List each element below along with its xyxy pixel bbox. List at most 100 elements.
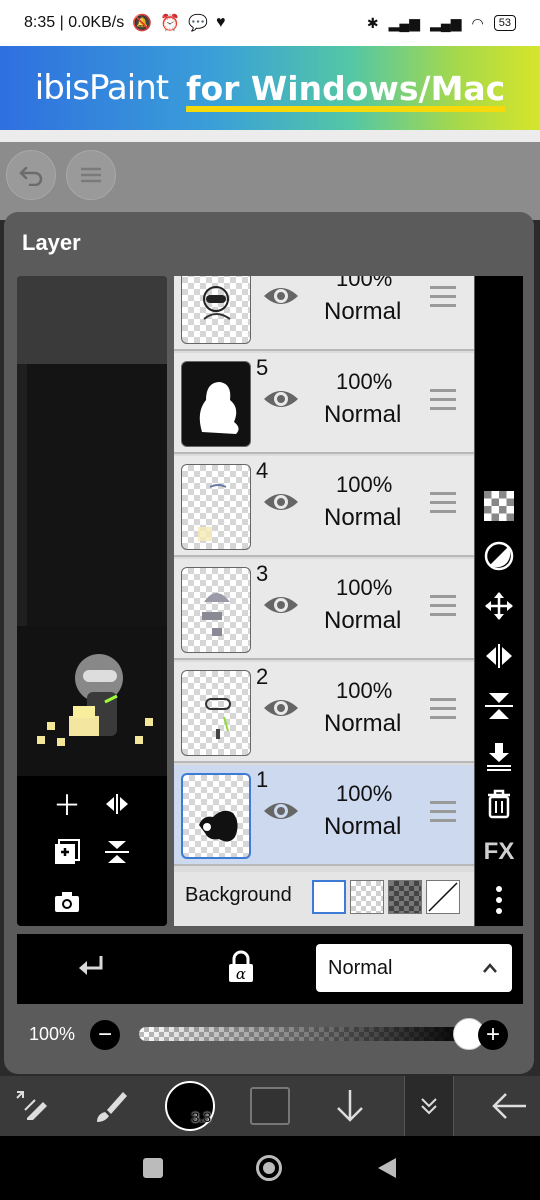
camera-icon[interactable] — [49, 884, 85, 920]
flip-horizontal-layer-icon[interactable] — [481, 638, 517, 674]
layer-opacity: 100% — [336, 678, 393, 703]
opacity-slider[interactable] — [139, 1027, 469, 1041]
status-bar: 8:35 | 0.0KB/s 🔕 ⏰ 💬 ♥ ✱ ▂▄▆ ▂▄▆ ◠ 53 — [0, 0, 540, 46]
flip-vertical-layer-icon[interactable] — [481, 688, 517, 724]
visibility-eye-icon[interactable] — [262, 696, 300, 720]
wifi-icon: ◠ — [471, 14, 484, 31]
layer-blend-mode: Normal — [324, 401, 402, 428]
back-arrow-icon[interactable] — [484, 1076, 534, 1136]
double-chevron-down-icon — [421, 1098, 437, 1115]
layer-thumbnail — [181, 464, 251, 550]
signal-icon-2: ▂▄▆ — [430, 14, 462, 31]
layer-thumbnail — [181, 361, 251, 447]
layer-list[interactable]: 6 100% Normal 5 100% Normal 4 100% Norma… — [174, 276, 474, 926]
layer-number: 5 — [256, 355, 269, 380]
layer-row-5[interactable]: 5 100% Normal — [174, 353, 474, 454]
layer-row-4[interactable]: 4 100% Normal — [174, 456, 474, 557]
undo-icon — [19, 166, 43, 186]
layer-thumbnail — [181, 276, 251, 344]
delete-layer-icon[interactable] — [481, 786, 517, 822]
panel-title: Layer — [22, 230, 81, 255]
blend-mode-value: Normal — [328, 956, 393, 979]
visibility-eye-icon[interactable] — [262, 593, 300, 617]
layer-blend-mode: Normal — [324, 504, 402, 531]
flip-vertical-icon[interactable] — [99, 834, 135, 870]
promo-banner[interactable]: ibisPaint for Windows/Mac — [0, 46, 540, 130]
layer-row-6[interactable]: 6 100% Normal — [174, 276, 474, 351]
chat-icon: 💬 — [188, 15, 208, 32]
signal-icon: ▂▄▆ — [388, 14, 421, 31]
home-icon[interactable] — [256, 1155, 282, 1181]
clipping-icon[interactable] — [481, 538, 517, 574]
heart-icon: ♥ — [215, 14, 226, 31]
bluetooth-icon: ✱ — [366, 14, 379, 31]
merge-down-icon[interactable] — [481, 738, 517, 774]
layer-number: 4 — [256, 458, 269, 483]
background-row: Background — [174, 872, 474, 926]
visibility-eye-icon[interactable] — [262, 490, 300, 514]
system-nav-bar — [0, 1136, 540, 1200]
background-dark-swatch[interactable] — [388, 880, 422, 914]
down-arrow-icon[interactable] — [328, 1076, 372, 1136]
visibility-eye-icon[interactable] — [262, 284, 300, 308]
background-label: Background — [185, 884, 292, 906]
back-icon[interactable] — [376, 1156, 398, 1185]
background-transparent-swatch[interactable] — [350, 880, 384, 914]
artwork-thumbnail — [17, 626, 167, 776]
status-time: 8:35 | 0.0KB/s — [24, 14, 125, 31]
bottom-toolbar: 3.3 — [0, 1076, 540, 1136]
banner-brand: ibisPaint — [34, 68, 169, 108]
layer-number: 1 — [256, 767, 269, 792]
color-swatch-button[interactable] — [248, 1076, 292, 1136]
fx-button[interactable]: FX — [481, 834, 517, 870]
drag-handle-icon[interactable] — [430, 698, 456, 720]
undo-button[interactable] — [6, 150, 56, 200]
opacity-label: 100% — [29, 1024, 76, 1044]
background-white-swatch[interactable] — [312, 880, 346, 914]
menu-button[interactable] — [66, 150, 116, 200]
background-none-swatch[interactable] — [426, 880, 460, 914]
layer-row-1[interactable]: 1 100% Normal — [174, 765, 474, 866]
layer-row-3[interactable]: 3 100% Normal — [174, 559, 474, 660]
layer-blend-mode: Normal — [324, 607, 402, 634]
layer-thumbnail — [181, 670, 251, 756]
layer-opacity: 100% — [336, 575, 393, 600]
layer-row-2[interactable]: 2 100% Normal — [174, 662, 474, 763]
opacity-row: 100% − + — [17, 1010, 523, 1060]
collapse-panel-button[interactable] — [404, 1076, 454, 1136]
recents-icon[interactable] — [143, 1158, 163, 1178]
drag-handle-icon[interactable] — [430, 801, 456, 823]
layer-blend-mode: Normal — [324, 298, 402, 325]
transform-eraser-icon[interactable] — [6, 1076, 56, 1136]
drag-handle-icon[interactable] — [430, 389, 456, 411]
more-options-icon[interactable] — [481, 882, 517, 918]
battery-icon: 53 — [493, 15, 516, 31]
layer-opacity: 100% — [336, 472, 393, 497]
move-icon[interactable] — [481, 588, 517, 624]
layer-blend-mode: Normal — [324, 813, 402, 840]
opacity-decrease-button[interactable]: − — [90, 1020, 120, 1050]
menu-icon — [81, 167, 101, 183]
blend-mode-select[interactable]: Normal — [316, 944, 512, 992]
layer-opacity: 100% — [336, 276, 393, 291]
drag-handle-icon[interactable] — [430, 595, 456, 617]
clip-arrow-icon[interactable] — [77, 952, 107, 989]
drag-handle-icon[interactable] — [430, 492, 456, 514]
brush-size-button[interactable]: 3.3 — [164, 1076, 216, 1136]
visibility-eye-icon[interactable] — [262, 799, 300, 823]
opacity-increase-button[interactable]: + — [478, 1020, 508, 1050]
layer-controls: ＋ — [17, 776, 167, 926]
brush-tool-icon[interactable] — [86, 1076, 136, 1136]
flip-horizontal-icon[interactable] — [99, 786, 135, 822]
layer-blend-mode: Normal — [324, 710, 402, 737]
layer-opacity: 100% — [336, 781, 393, 806]
duplicate-layer-icon[interactable] — [49, 834, 85, 870]
transparency-icon[interactable] — [481, 488, 517, 524]
add-layer-icon[interactable]: ＋ — [49, 786, 85, 822]
alpha-lock-icon[interactable]: α — [227, 950, 255, 989]
canvas-preview[interactable]: ＋ — [17, 276, 167, 926]
layer-thumbnail — [181, 567, 251, 653]
drag-handle-icon[interactable] — [430, 286, 456, 308]
alarm-icon: ⏰ — [160, 15, 181, 32]
visibility-eye-icon[interactable] — [262, 387, 300, 411]
